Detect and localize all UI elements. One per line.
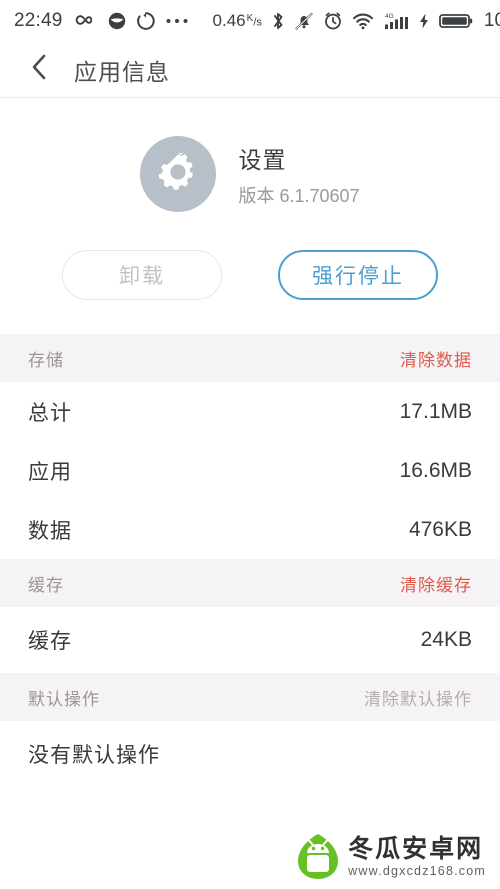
- title-bar: 应用信息: [0, 42, 500, 98]
- section-header-default-actions: 默认操作 清除默认操作: [0, 673, 500, 721]
- section-title-default-actions: 默认操作: [28, 689, 100, 709]
- section-title-storage: 存储: [28, 350, 64, 370]
- app-version: 版本 6.1.70607: [238, 185, 360, 206]
- battery-icon: [438, 12, 473, 30]
- section-title-cache: 缓存: [28, 575, 64, 595]
- row-label-data: 数据: [28, 519, 72, 543]
- status-bar: 22:49 0.46 K/s 4G 10: [0, 0, 500, 42]
- clear-data-button[interactable]: 清除数据: [400, 346, 472, 371]
- section-header-cache: 缓存 清除缓存: [0, 559, 500, 607]
- table-row: 总计 17.1MB: [0, 382, 500, 441]
- sync-icon: [136, 11, 156, 31]
- row-label-cache: 缓存: [28, 630, 72, 653]
- network-speed: 0.46 K/s: [212, 11, 262, 30]
- row-value-total: 17.1MB: [399, 399, 472, 423]
- battery-percentage: 100: [483, 10, 500, 31]
- mute-bell-icon: [294, 11, 314, 31]
- row-label-no-default-action: 没有默认操作: [28, 744, 160, 767]
- app-header: 设置 版本 6.1.70607: [0, 98, 500, 250]
- row-label-app: 应用: [28, 460, 72, 484]
- clear-default-actions-button: 清除默认操作: [364, 689, 472, 709]
- row-label-total: 总计: [28, 401, 72, 425]
- status-bar-clock: 22:49: [14, 10, 63, 31]
- page-title: 应用信息: [74, 58, 170, 85]
- clear-cache-button[interactable]: 清除缓存: [400, 571, 472, 596]
- alarm-clock-icon: [323, 11, 343, 31]
- table-row: 缓存 24KB: [0, 607, 500, 673]
- row-value-cache: 24KB: [420, 628, 472, 651]
- watermark-url: www.dgxcdz168.com: [348, 864, 486, 879]
- bluetooth-icon: [271, 11, 285, 31]
- watermark-name: 冬瓜安卓网: [348, 834, 484, 863]
- more-dots-icon: [165, 17, 189, 25]
- signal-4g-icon: 4G: [383, 11, 409, 31]
- section-header-storage: 存储 清除数据: [0, 334, 500, 382]
- app-name: 设置: [238, 146, 287, 173]
- force-stop-button[interactable]: 强行停止: [278, 250, 438, 300]
- charging-bolt-icon: [418, 12, 430, 30]
- wifi-icon: [352, 12, 374, 30]
- row-value-app: 16.6MB: [399, 458, 472, 482]
- table-row: 没有默认操作: [0, 721, 500, 787]
- eye-circle-icon: [107, 11, 127, 31]
- action-buttons: 卸载 强行停止: [0, 250, 500, 334]
- table-row: 应用 16.6MB: [0, 441, 500, 500]
- table-row: 数据 476KB: [0, 500, 500, 559]
- back-button[interactable]: [22, 53, 56, 87]
- app-icon: [140, 136, 217, 212]
- gear-icon: [155, 149, 201, 200]
- row-value-data: 476KB: [408, 517, 472, 541]
- watermark: 冬瓜安卓网 www.dgxcdz168.com: [296, 833, 486, 881]
- android-mascot-icon: [296, 833, 340, 881]
- infinity-icon: [74, 13, 98, 29]
- svg-text:4G: 4G: [385, 13, 394, 20]
- chevron-left-icon: [28, 52, 50, 87]
- uninstall-button[interactable]: 卸载: [62, 250, 222, 300]
